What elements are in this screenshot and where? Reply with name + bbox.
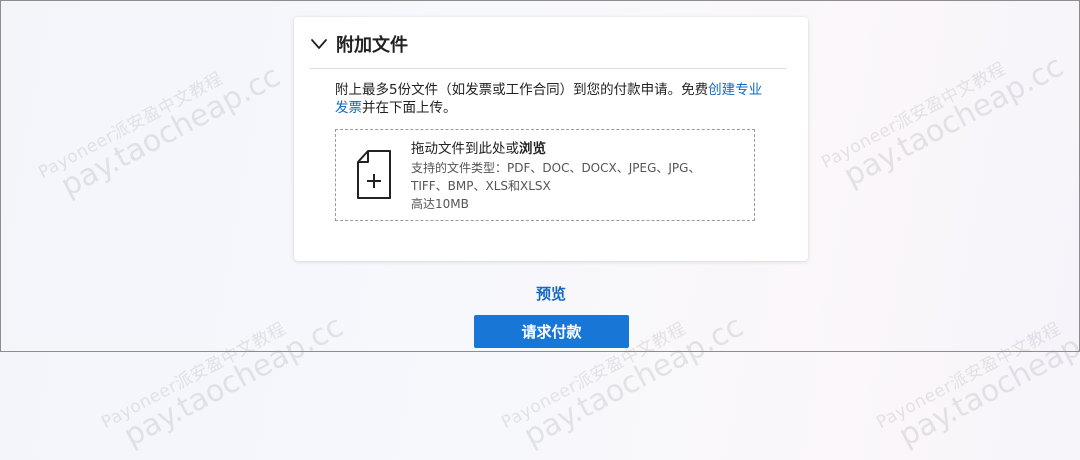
description-text: 附上最多5份文件（如发票或工作合同）到您的付款申请。免费: [335, 82, 709, 98]
chevron-down-icon[interactable]: [310, 35, 328, 53]
preview-link[interactable]: 预览: [536, 283, 566, 304]
attach-description: 附上最多5份文件（如发票或工作合同）到您的付款申请。免费创建专业发票并在下面上传…: [335, 81, 775, 117]
drag-text: 拖动文件到此处或: [411, 141, 519, 157]
watermark-domain: pay.taocheap.cc: [55, 58, 287, 204]
watermark-text: Payoneer派安盈中文教程: [35, 68, 227, 184]
request-payment-button[interactable]: 请求付款: [474, 315, 629, 348]
divider: [310, 68, 786, 69]
watermark: Payoneer派安盈中文教程 pay.taocheap.cc: [871, 290, 1080, 460]
file-dropzone[interactable]: 拖动文件到此处或浏览 支持的文件类型：PDF、DOC、DOCX、JPEG、JPG…: [335, 129, 755, 221]
browse-link[interactable]: 浏览: [519, 141, 546, 157]
file-add-icon: [357, 150, 391, 199]
watermark: Payoneer派安盈中文教程 pay.taocheap.cc: [816, 30, 1069, 200]
watermark-domain: pay.taocheap.cc: [838, 48, 1070, 194]
watermark-text: Payoneer派安盈中文教程: [873, 318, 1065, 434]
watermark: Payoneer派安盈中文教程 pay.taocheap.cc: [33, 40, 286, 210]
supported-file-types: 支持的文件类型：PDF、DOC、DOCX、JPEG、JPG、TIFF、BMP、X…: [411, 161, 701, 193]
watermark: Payoneer派安盈中文教程 pay.taocheap.cc: [96, 290, 349, 460]
watermark-domain: pay.taocheap.cc: [893, 308, 1080, 454]
dropzone-text: 拖动文件到此处或浏览 支持的文件类型：PDF、DOC、DOCX、JPEG、JPG…: [411, 139, 746, 213]
attach-files-header[interactable]: 附加文件: [310, 31, 408, 57]
attach-files-card: 附加文件 附上最多5份文件（如发票或工作合同）到您的付款申请。免费创建专业发票并…: [294, 17, 808, 261]
watermark-domain: pay.taocheap.cc: [118, 308, 350, 454]
description-text-after: 并在下面上传。: [362, 100, 457, 116]
watermark-text: Payoneer派安盈中文教程: [498, 318, 690, 434]
watermark-text: Payoneer派安盈中文教程: [98, 318, 290, 434]
dropzone-instruction: 拖动文件到此处或浏览: [411, 139, 746, 159]
preview-link-wrapper: 预览: [1, 283, 1080, 304]
watermark-text: Payoneer派安盈中文教程: [818, 58, 1010, 174]
section-title: 附加文件: [336, 35, 408, 56]
max-file-size: 高达10MB: [411, 197, 469, 211]
